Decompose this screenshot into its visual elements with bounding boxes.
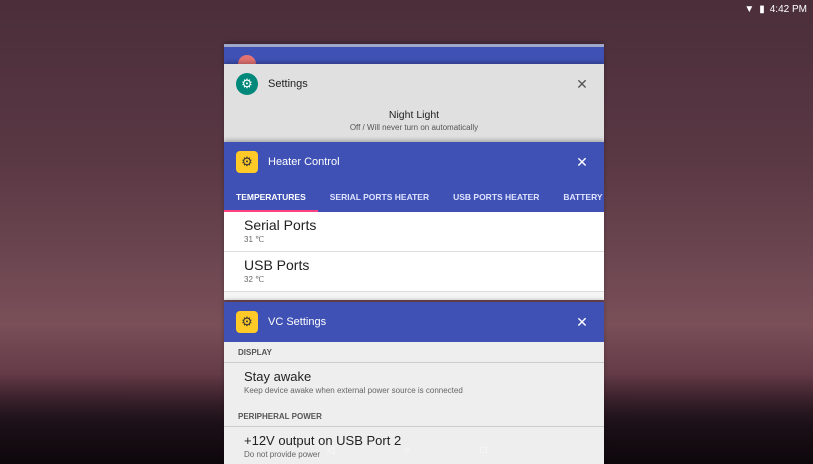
item-value: 32 ℃ (244, 275, 265, 284)
item-title: USB Ports (244, 257, 310, 273)
list-item[interactable]: Serial Ports 31 ℃ (224, 212, 604, 252)
navigation-bar: ◁ ○ □ (0, 440, 813, 460)
status-bar: ▼ ▮ 4:42 PM (693, 0, 813, 18)
card-title: Settings (268, 78, 308, 90)
night-light-item[interactable]: Night Light Off / Will never turn on aut… (224, 109, 604, 132)
card-header: ⚙ Settings ✕ (224, 64, 604, 104)
item-title: Night Light (388, 109, 440, 121)
section-header: DISPLAY (224, 342, 604, 363)
tab-usb-ports-heater[interactable]: USB PORTS HEATER (441, 182, 551, 212)
recents-icon[interactable]: □ (480, 445, 486, 456)
card-title: Heater Control (268, 156, 340, 168)
tab-serial-ports-heater[interactable]: SERIAL PORTS HEATER (318, 182, 441, 212)
close-icon[interactable]: ✕ (572, 76, 592, 93)
list-item[interactable]: USB Ports 32 ℃ (224, 252, 604, 292)
thermostat-icon: ⚙ (236, 151, 258, 173)
tab-battery-heater[interactable]: BATTERY HI (551, 182, 604, 212)
settings-chip-icon: ⚙ (236, 311, 258, 333)
home-icon[interactable]: ○ (404, 445, 410, 456)
item-subtitle: Off / Will never turn on automatically (349, 123, 479, 132)
close-icon[interactable]: ✕ (572, 314, 592, 331)
battery-icon: ▮ (759, 3, 765, 15)
card-header: ⚙ Heater Control ✕ (224, 142, 604, 182)
card-title: VC Settings (268, 316, 327, 328)
wifi-icon: ▼ (744, 3, 755, 15)
back-icon[interactable]: ◁ (327, 445, 335, 456)
preference-stay-awake[interactable]: Stay awake Keep device awake when extern… (224, 363, 604, 406)
item-value: 31 ℃ (244, 235, 265, 244)
pref-title: Stay awake (244, 369, 312, 384)
tab-bar: TEMPERATURES SERIAL PORTS HEATER USB POR… (224, 182, 604, 212)
recent-app-card-settings[interactable]: ⚙ Settings ✕ Night Light Off / Will neve… (224, 64, 604, 144)
tab-temperatures[interactable]: TEMPERATURES (224, 182, 318, 212)
pref-subtitle: Keep device awake when external power so… (244, 386, 463, 395)
section-header: PERIPHERAL POWER (224, 406, 604, 427)
card-header: ⚙ VC Settings ✕ (224, 302, 604, 342)
recent-app-card-heater[interactable]: ⚙ Heater Control ✕ TEMPERATURES SERIAL P… (224, 142, 604, 300)
clock: 4:42 PM (769, 3, 807, 15)
item-title: Serial Ports (244, 217, 317, 233)
gear-icon: ⚙ (236, 73, 258, 95)
recent-app-card-back[interactable] (224, 44, 604, 73)
close-icon[interactable]: ✕ (572, 154, 592, 171)
